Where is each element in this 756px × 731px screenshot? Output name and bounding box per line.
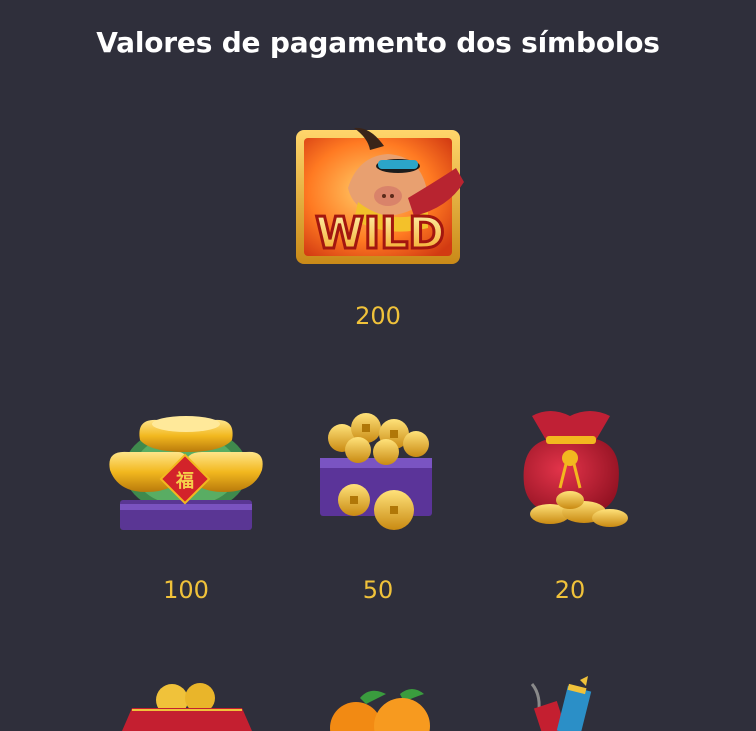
- money-bag-value: 20: [554, 576, 586, 604]
- wild-value: 200: [355, 302, 401, 330]
- firecracker-icon: [530, 676, 592, 731]
- firecracker-symbol: [518, 676, 628, 731]
- money-bag-symbol: [510, 402, 636, 538]
- oranges-icon: [330, 689, 430, 731]
- coin-chest-symbol: [306, 404, 446, 536]
- coin-chest-icon: [320, 413, 432, 530]
- oranges-symbol: [316, 686, 446, 731]
- gold-ingot-icon: 福: [109, 416, 263, 530]
- coin-chest-value: 50: [362, 576, 394, 604]
- svg-text:福: 福: [175, 470, 194, 492]
- money-bag-icon: [523, 411, 628, 527]
- red-envelope-coins-icon: [122, 683, 252, 731]
- gold-ingot-symbol: 福: [106, 400, 266, 542]
- page-title: Valores de pagamento dos símbolos: [96, 26, 660, 59]
- wild-ox-icon: WILD: [296, 127, 464, 264]
- gold-ingot-value: 100: [163, 576, 209, 604]
- wild-label: WILD: [315, 208, 444, 259]
- wild-symbol: WILD: [288, 116, 472, 274]
- red-envelope-symbol: [112, 678, 262, 731]
